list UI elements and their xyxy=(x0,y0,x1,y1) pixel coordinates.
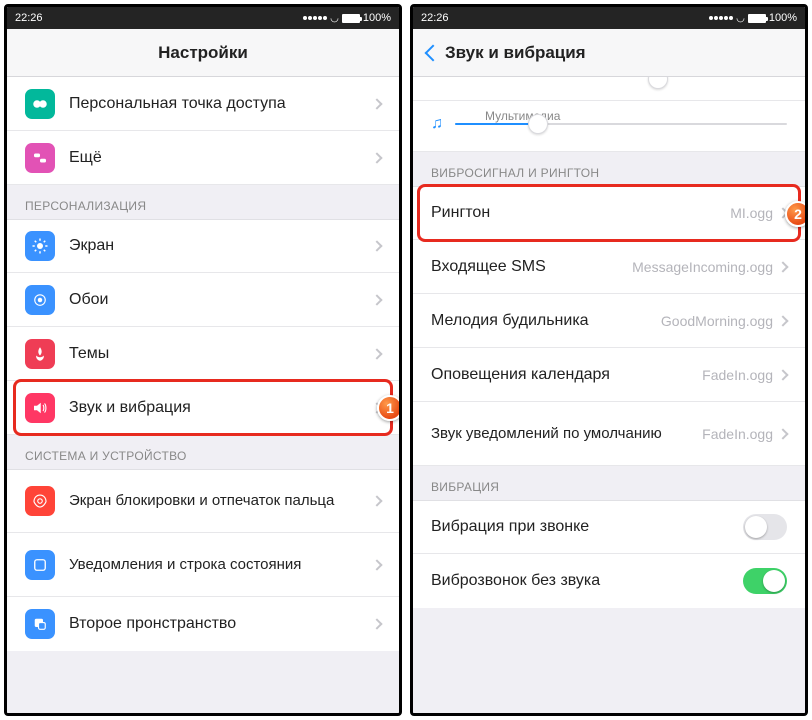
row-value: MI.ogg xyxy=(730,205,773,221)
chevron-right-icon xyxy=(371,240,382,251)
row-value: FadeIn.ogg xyxy=(702,426,773,442)
settings-row-sound[interactable]: Звук и вибрация 1 xyxy=(7,381,399,435)
chevron-right-icon xyxy=(777,428,788,439)
signal-dots-icon xyxy=(303,16,327,20)
settings-content[interactable]: Персональная точка доступа Ещё ПЕРСОНАЛИ… xyxy=(7,77,399,713)
settings-row-hotspot[interactable]: Персональная точка доступа xyxy=(7,77,399,131)
sound-row-calendar[interactable]: Оповещения календаря FadeIn.ogg xyxy=(413,348,805,402)
settings-row-more[interactable]: Ещё xyxy=(7,131,399,185)
phone-left: 22:26 ◡ 100% Настройки Персональная точк… xyxy=(4,4,402,716)
status-battery: 100% xyxy=(363,12,391,24)
vibrate-on-silent-toggle[interactable] xyxy=(743,568,787,594)
status-time: 22:26 xyxy=(15,12,43,24)
battery-icon xyxy=(748,14,766,23)
settings-row-wallpaper[interactable]: Обои xyxy=(7,273,399,327)
sound-row-default-notif[interactable]: Звук уведомлений по умолчанию FadeIn.ogg xyxy=(413,402,805,466)
hotspot-icon xyxy=(25,89,55,119)
status-right: ◡ 100% xyxy=(303,12,391,24)
row-label: Звук уведомлений по умолчанию xyxy=(431,425,702,443)
multimedia-slider-row: ♫ Мультимедиа xyxy=(413,101,805,152)
chevron-right-icon xyxy=(371,294,382,305)
vibrate-on-ring-toggle[interactable] xyxy=(743,514,787,540)
chevron-right-icon xyxy=(777,261,788,272)
sound-content[interactable]: ♫ Мультимедиа ВИБРОСИГНАЛ И РИНГТОН Ринг… xyxy=(413,77,805,713)
chevron-right-icon xyxy=(371,559,382,570)
row-label: Экран блокировки и отпечаток пальца xyxy=(69,492,373,510)
settings-row-themes[interactable]: Темы xyxy=(7,327,399,381)
slider-fill xyxy=(455,123,538,125)
vibration-row-ring[interactable]: Вибрация при звонке xyxy=(413,500,805,554)
row-label: Мелодия будильника xyxy=(431,311,661,330)
settings-row-notifications[interactable]: Уведомления и строка состояния xyxy=(7,533,399,597)
row-label: Вибрация при звонке xyxy=(431,517,743,536)
row-label: Персональная точка доступа xyxy=(69,94,373,113)
display-icon xyxy=(25,231,55,261)
battery-icon xyxy=(342,14,360,23)
page-title: Настройки xyxy=(21,43,385,63)
chevron-right-icon xyxy=(777,315,788,326)
screenshot-pair: 22:26 ◡ 100% Настройки Персональная точк… xyxy=(0,0,812,720)
settings-row-lockscreen[interactable]: Экран блокировки и отпечаток пальца xyxy=(7,469,399,533)
row-label: Обои xyxy=(69,290,373,309)
row-value: MessageIncoming.ogg xyxy=(632,259,773,275)
themes-icon xyxy=(25,339,55,369)
section-header-vibration: ВИБРАЦИЯ xyxy=(413,466,805,500)
section-header-ringtone: ВИБРОСИГНАЛ И РИНГТОН xyxy=(413,152,805,186)
row-label: Рингтон xyxy=(431,203,730,222)
step-badge-2: 2 xyxy=(785,201,805,227)
chevron-right-icon xyxy=(371,348,382,359)
header-sound: Звук и вибрация xyxy=(413,29,805,77)
previous-slider-tail xyxy=(413,77,805,101)
status-bar: 22:26 ◡ 100% xyxy=(7,7,399,29)
more-icon xyxy=(25,143,55,173)
step-badge-1: 1 xyxy=(377,395,399,421)
section-header-personalization: ПЕРСОНАЛИЗАЦИЯ xyxy=(7,185,399,219)
wallpaper-icon xyxy=(25,285,55,315)
music-note-icon: ♫ xyxy=(431,115,443,133)
row-label: Уведомления и строка состояния xyxy=(69,556,373,574)
signal-dots-icon xyxy=(709,16,733,20)
row-label: Виброзвонок без звука xyxy=(431,571,743,590)
multimedia-slider[interactable]: Мультимедиа xyxy=(455,123,787,125)
row-value: FadeIn.ogg xyxy=(702,367,773,383)
fingerprint-icon xyxy=(25,486,55,516)
row-label: Темы xyxy=(69,344,373,363)
row-label: Входящее SMS xyxy=(431,257,632,276)
status-bar: 22:26 ◡ 100% xyxy=(413,7,805,29)
settings-row-display[interactable]: Экран xyxy=(7,219,399,273)
wifi-icon: ◡ xyxy=(736,13,745,24)
slider-label: Мультимедиа xyxy=(485,109,560,123)
status-battery: 100% xyxy=(769,12,797,24)
row-label: Ещё xyxy=(69,148,373,167)
sound-row-sms[interactable]: Входящее SMS MessageIncoming.ogg xyxy=(413,240,805,294)
sound-row-alarm[interactable]: Мелодия будильника GoodMorning.ogg xyxy=(413,294,805,348)
sound-icon xyxy=(25,393,55,423)
row-label: Звук и вибрация xyxy=(69,398,373,417)
chevron-right-icon xyxy=(371,152,382,163)
notifications-icon xyxy=(25,550,55,580)
vibration-row-silent[interactable]: Виброзвонок без звука xyxy=(413,554,805,608)
sound-row-ringtone[interactable]: Рингтон MI.ogg 2 xyxy=(413,186,805,240)
chevron-right-icon xyxy=(371,618,382,629)
status-time: 22:26 xyxy=(421,12,449,24)
chevron-right-icon xyxy=(371,495,382,506)
header-settings: Настройки xyxy=(7,29,399,77)
page-title: Звук и вибрация xyxy=(445,43,791,63)
row-label: Второе пронстранство xyxy=(69,614,373,633)
chevron-right-icon xyxy=(777,369,788,380)
row-label: Экран xyxy=(69,236,373,255)
slider-thumb-icon[interactable] xyxy=(528,114,548,134)
back-icon[interactable] xyxy=(425,44,442,61)
section-header-system: СИСТЕМА И УСТРОЙСТВО xyxy=(7,435,399,469)
chevron-right-icon xyxy=(371,98,382,109)
wifi-icon: ◡ xyxy=(330,13,339,24)
settings-row-second-space[interactable]: Второе пронстранство xyxy=(7,597,399,651)
row-label: Оповещения календаря xyxy=(431,365,702,384)
second-space-icon xyxy=(25,609,55,639)
status-right: ◡ 100% xyxy=(709,12,797,24)
row-value: GoodMorning.ogg xyxy=(661,313,773,329)
phone-right: 22:26 ◡ 100% Звук и вибрация ♫ Мультимед… xyxy=(410,4,808,716)
slider-thumb-icon[interactable] xyxy=(648,77,668,89)
